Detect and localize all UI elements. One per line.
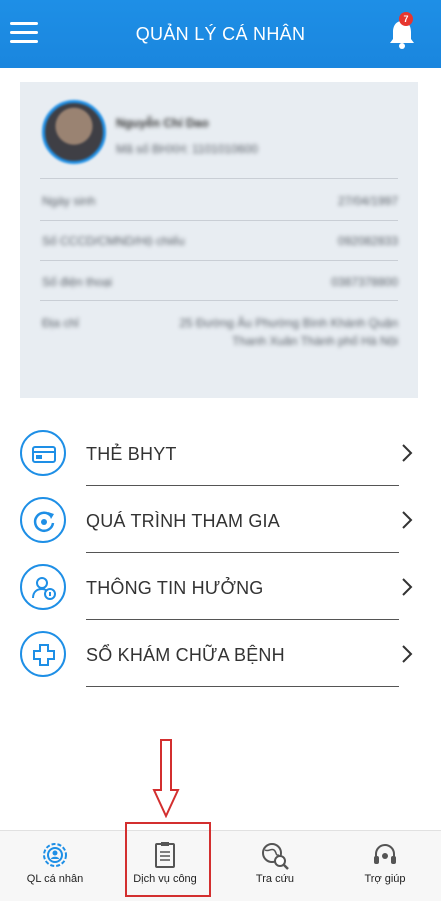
menu-divider: [86, 485, 399, 486]
headset-icon: [374, 844, 396, 864]
menu-label: SỔ KHÁM CHỮA BỆNH: [86, 645, 285, 665]
address-value: 25 Đường Âu Phường Bình Khánh Quận Thanh…: [179, 316, 398, 348]
phone-value: 0387378800: [331, 275, 398, 289]
menu-label: THẺ BHYT: [86, 444, 177, 464]
app-header: QUẢN LÝ CÁ NHÂN 7: [0, 0, 441, 68]
bottom-nav: QL cá nhân Dịch vụ công Tra cứu Trợ giúp: [0, 830, 441, 901]
nav-label: QL cá nhân: [26, 873, 84, 885]
divider: [40, 178, 398, 179]
divider: [40, 260, 398, 261]
user-info-icon: [20, 564, 66, 610]
annotation-highlight-box: [125, 822, 211, 897]
nav-label: Trợ giúp: [364, 873, 406, 885]
divider: [40, 220, 398, 221]
nav-help[interactable]: Trợ giúp: [330, 831, 440, 901]
dob-value: 27/04/1997: [337, 194, 398, 208]
profile-id: Mã số BHXH: 1101010600: [116, 142, 258, 156]
globe-search-icon: [262, 843, 289, 870]
chevron-right-icon: [402, 645, 413, 663]
address-label: Địa chỉ: [42, 316, 79, 330]
dob-label: Ngày sinh: [42, 194, 96, 208]
medical-cross-icon: [20, 631, 66, 677]
avatar: [42, 100, 106, 164]
idcard-label: Số CCCD/CMND/Hộ chiếu: [42, 234, 185, 248]
notification-badge: 7: [399, 12, 413, 26]
nav-label: Tra cứu: [255, 873, 295, 885]
divider: [40, 300, 398, 301]
refresh-process-icon: [20, 497, 66, 543]
chevron-right-icon: [402, 444, 413, 462]
idcard-value: 092082833: [337, 234, 398, 248]
menu-item-medical-record[interactable]: SỔ KHÁM CHỮA BỆNH: [0, 621, 441, 687]
menu-divider: [86, 686, 399, 687]
nav-personal-management[interactable]: QL cá nhân: [0, 831, 110, 901]
health-card-icon: [20, 430, 66, 476]
menu-label: THÔNG TIN HƯỞNG: [86, 578, 264, 598]
chevron-right-icon: [402, 578, 413, 596]
profile-name: Nguyễn Chí Dao: [116, 116, 209, 130]
profile-card: Nguyễn Chí Dao Mã số BHXH: 1101010600 Ng…: [20, 82, 418, 398]
page-title: QUẢN LÝ CÁ NHÂN: [135, 24, 306, 44]
nav-lookup[interactable]: Tra cứu: [220, 831, 330, 901]
menu-item-participation-process[interactable]: QUÁ TRÌNH THAM GIA: [0, 487, 441, 553]
menu-item-benefit-info[interactable]: THÔNG TIN HƯỞNG: [0, 554, 441, 620]
menu-divider: [86, 619, 399, 620]
chevron-right-icon: [402, 511, 413, 529]
menu-label: QUÁ TRÌNH THAM GIA: [86, 511, 280, 531]
phone-label: Số điện thoại: [42, 275, 113, 289]
user-settings-icon: [43, 843, 67, 867]
menu-item-bhyt-card[interactable]: THẺ BHYT: [0, 420, 441, 486]
annotation-arrow-icon: [152, 739, 180, 818]
menu-divider: [86, 552, 399, 553]
